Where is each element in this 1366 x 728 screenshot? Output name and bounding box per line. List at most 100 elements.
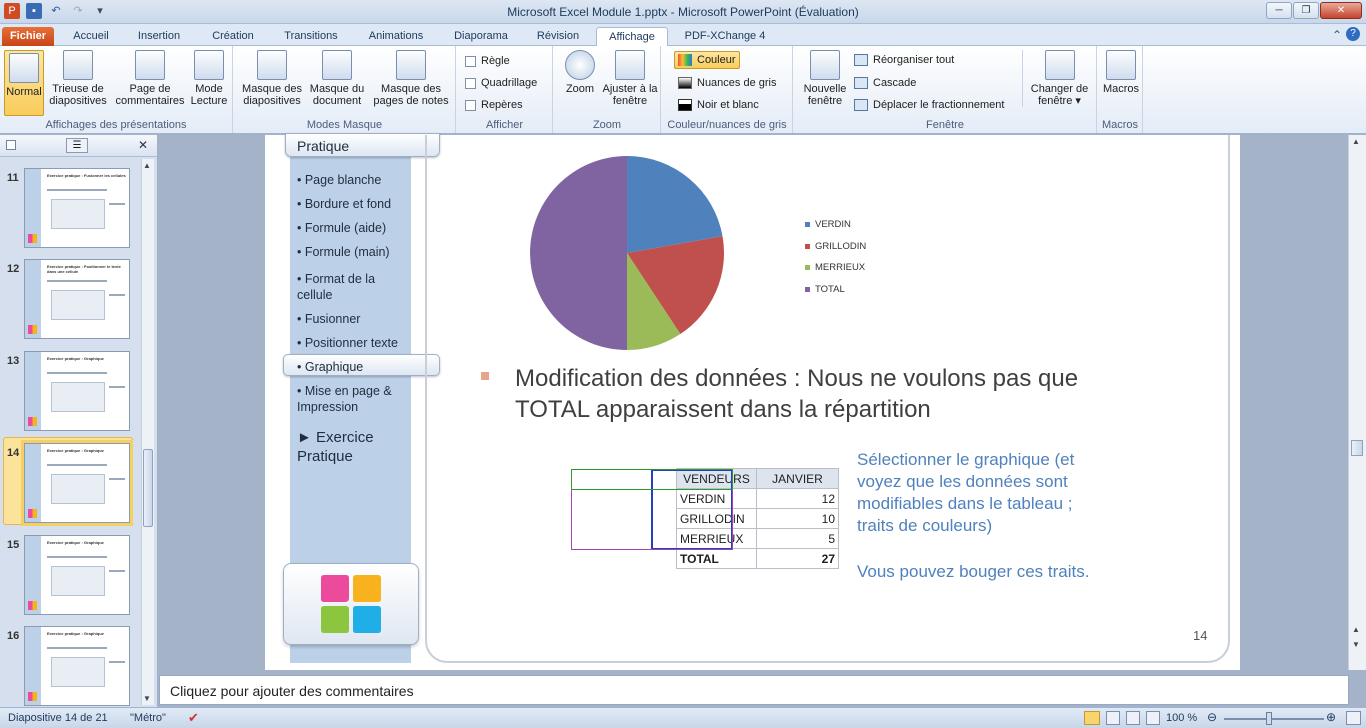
thumbnail-number: 15 [7, 539, 20, 551]
thumbnail-logo [28, 509, 37, 518]
spell-check-icon[interactable]: ✔ [188, 710, 199, 726]
zoom-slider[interactable] [1224, 718, 1324, 720]
scroll-up-icon[interactable]: ▲ [143, 161, 151, 170]
normal-view-icon[interactable] [1084, 711, 1100, 725]
minimize-ribbon-icon[interactable]: ⌃ [1332, 28, 1342, 42]
tab-home[interactable]: Accueil [60, 27, 122, 46]
table-header-cell[interactable]: JANVIER [756, 468, 839, 489]
reading-view-icon [194, 50, 224, 80]
scroll-up-icon[interactable]: ▲ [1352, 137, 1360, 146]
notes-master-button[interactable]: Masque des pages de notes [370, 50, 452, 107]
slide-sorter-icon[interactable] [1106, 711, 1120, 725]
tab-view[interactable]: Affichage [596, 27, 668, 47]
color-button[interactable]: Couleur [674, 51, 740, 69]
thumbnail-line [109, 661, 125, 663]
group-color-grayscale: Couleur Nuances de gris Noir et blanc Co… [662, 46, 793, 133]
legend-swatch [805, 265, 810, 271]
outline-tab-icon[interactable]: ☰ [66, 138, 88, 153]
help-icon[interactable]: ? [1346, 27, 1360, 41]
handout-master-button[interactable]: Masque du document [306, 50, 368, 107]
fit-slide-icon[interactable] [1346, 711, 1361, 725]
gridlines-checkbox[interactable]: Quadrillage [465, 74, 537, 92]
bullet-icon [481, 372, 489, 380]
black-white-button[interactable]: Noir et blanc [678, 96, 759, 114]
reading-view-button[interactable]: Mode Lecture [189, 50, 229, 107]
pie-slice-total[interactable] [530, 156, 627, 350]
notes-pane[interactable]: Cliquez pour ajouter des commentaires [159, 675, 1349, 705]
zoom-level[interactable]: 100 % [1166, 712, 1197, 724]
tab-insert[interactable]: Insertion [128, 27, 190, 46]
thumbnail-logo [28, 692, 37, 701]
scroll-thumb[interactable] [143, 449, 153, 527]
scroll-up-icon[interactable]: ▲ [1352, 625, 1360, 634]
table-cell[interactable]: 12 [756, 488, 839, 509]
slide-thumbnail[interactable]: Exercice pratique : Positionner le texte… [24, 259, 130, 339]
legend-label: TOTAL [815, 283, 845, 295]
thumbnail-line [47, 189, 107, 191]
table-cell[interactable]: TOTAL [676, 548, 757, 569]
scroll-down-icon[interactable]: ▼ [1352, 640, 1360, 649]
nav-exercise: ► Exercice [297, 429, 374, 446]
thumbnail-line [109, 386, 125, 388]
slide-sorter-button[interactable]: Trieuse de diapositives [46, 50, 110, 107]
instruction-text: Sélectionner le graphique (et voyez que … [857, 450, 1090, 581]
slide[interactable]: Pratique • Page blanche • Bordure et fon… [265, 133, 1240, 670]
slides-panel-header: ☰ ✕ [0, 135, 157, 157]
slide-thumbnail[interactable]: Exercice pratique : Graphique [24, 351, 130, 431]
slides-scrollbar[interactable]: ▲ ▼ [141, 159, 154, 705]
slide-thumbnail[interactable]: Exercice pratique : Graphique [24, 535, 130, 615]
scroll-thumb[interactable] [1351, 440, 1363, 456]
grayscale-button[interactable]: Nuances de gris [678, 74, 777, 92]
slide-thumbnail[interactable]: Exercice pratique : Graphique [24, 443, 130, 523]
slide-master-button[interactable]: Masque des diapositives [238, 50, 306, 107]
tab-animations[interactable]: Animations [358, 27, 434, 46]
tab-review[interactable]: Révision [527, 27, 589, 46]
tab-design[interactable]: Création [200, 27, 266, 46]
slide-thumbnail[interactable]: Exercice pratique : Fusionner les cellul… [24, 168, 130, 248]
macros-button[interactable]: Macros [1102, 50, 1140, 95]
green-range-selection[interactable] [571, 469, 733, 490]
thumbnail-line [47, 556, 107, 558]
zoom-out-icon[interactable]: ⊖ [1207, 710, 1217, 724]
fit-to-window-button[interactable]: Ajuster à la fenêtre [602, 50, 658, 107]
close-button[interactable]: ✕ [1320, 2, 1362, 19]
new-window-button[interactable]: Nouvelle fenêtre [800, 50, 850, 107]
tab-slideshow[interactable]: Diaporama [445, 27, 517, 46]
thumbnail-title: Exercice pratique : Graphique [47, 631, 104, 636]
handout-master-icon [322, 50, 352, 80]
slides-tab-icon[interactable] [6, 140, 16, 150]
notes-page-button[interactable]: Page de commentaires [113, 50, 187, 107]
pie-slice-verdin[interactable] [627, 156, 723, 253]
table-cell[interactable]: 27 [756, 548, 839, 569]
tab-transitions[interactable]: Transitions [276, 27, 346, 46]
thumbnail-line [109, 478, 125, 480]
minimize-button[interactable]: ─ [1266, 2, 1292, 19]
ruler-checkbox[interactable]: Règle [465, 52, 510, 70]
reading-view-icon[interactable] [1126, 711, 1140, 725]
zoom-slider-thumb[interactable] [1266, 712, 1272, 725]
guides-checkbox[interactable]: Repères [465, 96, 523, 114]
close-panel-icon[interactable]: ✕ [138, 138, 148, 152]
arrange-all-button[interactable]: Réorganiser tout [854, 51, 954, 69]
tab-file[interactable]: Fichier [2, 27, 54, 46]
thumbnail-line [47, 372, 107, 374]
zoom-in-icon[interactable]: ⊕ [1326, 710, 1336, 724]
slideshow-icon[interactable] [1146, 711, 1160, 725]
main-scrollbar[interactable]: ▲ ▲ ▼ [1348, 135, 1366, 670]
zoom-button[interactable]: Zoom [562, 50, 598, 95]
move-split-button[interactable]: Déplacer le fractionnement [854, 96, 1004, 114]
purple-range-selection[interactable] [571, 489, 733, 550]
ribbon-tabs: Fichier Accueil Insertion Création Trans… [0, 24, 1366, 47]
move-split-icon [854, 99, 868, 111]
table-cell[interactable]: 5 [756, 528, 839, 549]
normal-view-button[interactable]: Normal [4, 50, 44, 116]
switch-window-button[interactable]: Changer de fenêtre ▾ [1022, 50, 1092, 107]
restore-button[interactable]: ❐ [1293, 2, 1319, 19]
tab-pdf-xchange[interactable]: PDF-XChange 4 [676, 27, 774, 46]
cascade-button[interactable]: Cascade [854, 74, 916, 92]
pie-chart[interactable] [527, 153, 727, 353]
table-cell[interactable]: 10 [756, 508, 839, 529]
ribbon: Normal Trieuse de diapositives Page de c… [0, 46, 1366, 134]
scroll-down-icon[interactable]: ▼ [143, 694, 151, 703]
slide-thumbnail[interactable]: Exercice pratique : Graphique [24, 626, 130, 706]
